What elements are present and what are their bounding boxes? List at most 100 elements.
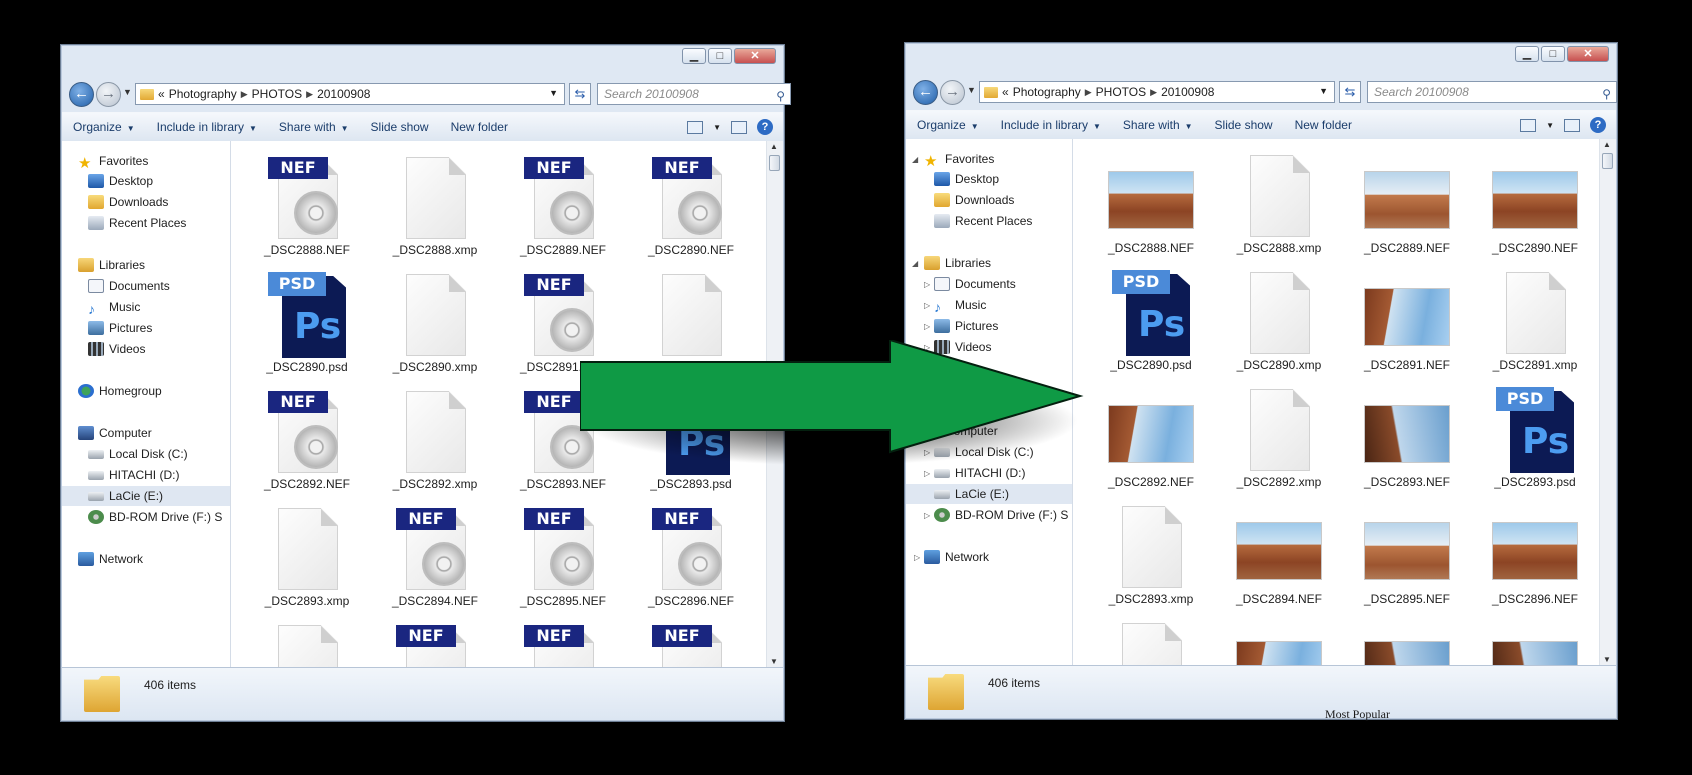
nav-pictures[interactable]: Pictures (934, 316, 998, 336)
collapse-arrow-icon[interactable]: ▷ (924, 322, 930, 331)
expand-arrow-icon[interactable]: ◢ (912, 155, 918, 164)
breadcrumb-20100908[interactable]: 20100908 (1161, 85, 1214, 99)
maximize-button[interactable]: □ (1541, 46, 1565, 62)
file-item[interactable]: _DSC2891.NEF (1349, 266, 1465, 382)
chevron-right-icon[interactable]: ▶ (1085, 87, 1092, 98)
file-item[interactable]: NEF _DSC2889.NEF (505, 151, 621, 267)
file-item[interactable]: _DSC2892.xmp (377, 385, 493, 501)
forward-button[interactable]: → (96, 82, 121, 107)
file-item[interactable]: _DSC2888.xmp (377, 151, 493, 267)
nav-libraries[interactable]: Libraries (78, 255, 145, 275)
file-item[interactable]: NEF _DSC2892.NEF (249, 385, 365, 501)
file-item[interactable] (1477, 617, 1593, 665)
nav-bd-rom[interactable]: BD-ROM Drive (F:) S (934, 505, 1068, 525)
nav-libraries[interactable]: Libraries (924, 253, 991, 273)
include-in-library-menu[interactable]: Include in library ▼ (146, 120, 268, 134)
nav-favorites[interactable]: ★ Favorites (924, 149, 994, 169)
file-item[interactable]: _DSC2888.xmp (1221, 149, 1337, 265)
breadcrumb-photography[interactable]: Photography (169, 87, 237, 101)
nav-desktop[interactable]: Desktop (88, 171, 153, 191)
scroll-down-icon[interactable]: ▼ (770, 657, 778, 666)
search-icon[interactable]: ⚲ (776, 86, 785, 106)
forward-button[interactable]: → (940, 80, 965, 105)
file-item[interactable]: NEF (633, 619, 749, 667)
file-item[interactable]: _DSC2893.xmp (249, 502, 365, 618)
file-item[interactable]: _DSC2896.NEF (1477, 500, 1593, 616)
nav-downloads[interactable]: Downloads (934, 190, 1014, 210)
file-item[interactable]: _DSC2889.NEF (1349, 149, 1465, 265)
organize-menu[interactable]: Organize ▼ (906, 118, 990, 132)
search-input[interactable]: Search 20100908 ⚲ (597, 83, 791, 105)
include-in-library-menu[interactable]: Include in library ▼ (990, 118, 1112, 132)
nav-network[interactable]: Network (78, 549, 143, 569)
file-item[interactable]: _DSC2890.NEF (1477, 149, 1593, 265)
collapse-arrow-icon[interactable]: ▷ (924, 511, 930, 520)
file-item[interactable]: _DSC2893.xmp (1093, 500, 1209, 616)
help-icon[interactable]: ? (757, 119, 773, 135)
chevron-right-icon[interactable]: ▶ (306, 89, 313, 100)
file-item[interactable]: NEF _DSC2888.NEF (249, 151, 365, 267)
caret-down-icon[interactable]: ▼ (1546, 121, 1554, 130)
chevron-right-icon[interactable]: ▶ (1150, 87, 1157, 98)
collapse-arrow-icon[interactable]: ▷ (914, 553, 920, 562)
file-item[interactable]: _DSC2890.xmp (1221, 266, 1337, 382)
nav-recent-places[interactable]: Recent Places (934, 211, 1032, 231)
chevron-down-icon[interactable]: ▼ (1319, 86, 1328, 96)
close-button[interactable]: ✕ (1567, 46, 1609, 62)
file-item[interactable]: _DSC2892.NEF (1093, 383, 1209, 499)
file-item[interactable]: _DSC2888.NEF (1093, 149, 1209, 265)
file-item[interactable] (1221, 617, 1337, 665)
breadcrumb-photography[interactable]: Photography (1013, 85, 1081, 99)
back-button[interactable]: ← (913, 80, 938, 105)
breadcrumb-photos[interactable]: PHOTOS (252, 87, 302, 101)
breadcrumb-overflow[interactable]: « (158, 87, 165, 101)
back-button[interactable]: ← (69, 82, 94, 107)
file-item[interactable]: NEF _DSC2894.NEF (377, 502, 493, 618)
nav-pictures[interactable]: Pictures (88, 318, 152, 338)
breadcrumb-overflow[interactable]: « (1002, 85, 1009, 99)
nav-documents[interactable]: Documents (934, 274, 1016, 294)
scroll-thumb[interactable] (769, 155, 780, 171)
collapse-arrow-icon[interactable]: ▷ (924, 301, 930, 310)
caret-down-icon[interactable]: ▼ (713, 123, 721, 132)
file-item[interactable]: _DSC2895.NEF (1349, 500, 1465, 616)
nav-hitachi[interactable]: HITACHI (D:) (88, 465, 179, 485)
recent-pages-dropdown[interactable]: ▼ (967, 85, 976, 95)
file-item[interactable]: NEF _DSC2895.NEF (505, 502, 621, 618)
file-item[interactable]: NEF _DSC2896.NEF (633, 502, 749, 618)
nav-music[interactable]: ♪ Music (88, 297, 140, 317)
new-folder-button[interactable]: New folder (440, 120, 519, 134)
nav-bd-rom[interactable]: BD-ROM Drive (F:) S (88, 507, 222, 527)
nav-lacie[interactable]: LaCie (E:) (62, 486, 230, 506)
file-item[interactable] (1093, 617, 1209, 665)
expand-arrow-icon[interactable]: ◢ (912, 259, 918, 268)
address-bar[interactable]: « Photography ▶ PHOTOS ▶ 20100908 ▼ (979, 81, 1335, 103)
search-input[interactable]: Search 20100908 ⚲ (1367, 81, 1617, 103)
nav-homegroup[interactable]: Homegroup (78, 381, 162, 401)
slide-show-button[interactable]: Slide show (1204, 118, 1284, 132)
file-item[interactable]: _DSC2890.xmp (377, 268, 493, 384)
file-item[interactable]: _DSC2894.NEF (1221, 500, 1337, 616)
chevron-down-icon[interactable]: ▼ (549, 88, 558, 98)
nav-computer[interactable]: Computer (78, 423, 152, 443)
vertical-scrollbar[interactable]: ▲ ▼ (1599, 139, 1616, 665)
file-item[interactable]: NEF _DSC2890.NEF (633, 151, 749, 267)
nav-documents[interactable]: Documents (88, 276, 170, 296)
nav-recent-places[interactable]: Recent Places (88, 213, 186, 233)
nav-music[interactable]: ♪ Music (934, 295, 986, 315)
nav-local-disk[interactable]: Local Disk (C:) (88, 444, 188, 464)
breadcrumb-20100908[interactable]: 20100908 (317, 87, 370, 101)
file-item[interactable]: _DSC2893.NEF (1349, 383, 1465, 499)
file-item[interactable]: NEF (505, 619, 621, 667)
refresh-button[interactable]: ⇆ (569, 83, 591, 105)
scroll-up-icon[interactable]: ▲ (770, 142, 778, 151)
minimize-button[interactable]: ▁ (682, 48, 706, 64)
scroll-down-icon[interactable]: ▼ (1603, 655, 1611, 664)
share-with-menu[interactable]: Share with ▼ (1112, 118, 1204, 132)
search-icon[interactable]: ⚲ (1602, 84, 1611, 104)
recent-pages-dropdown[interactable]: ▼ (123, 87, 132, 97)
chevron-right-icon[interactable]: ▶ (241, 89, 248, 100)
file-item[interactable]: PSD Ps _DSC2893.psd (1477, 383, 1593, 499)
nav-downloads[interactable]: Downloads (88, 192, 168, 212)
minimize-button[interactable]: ▁ (1515, 46, 1539, 62)
